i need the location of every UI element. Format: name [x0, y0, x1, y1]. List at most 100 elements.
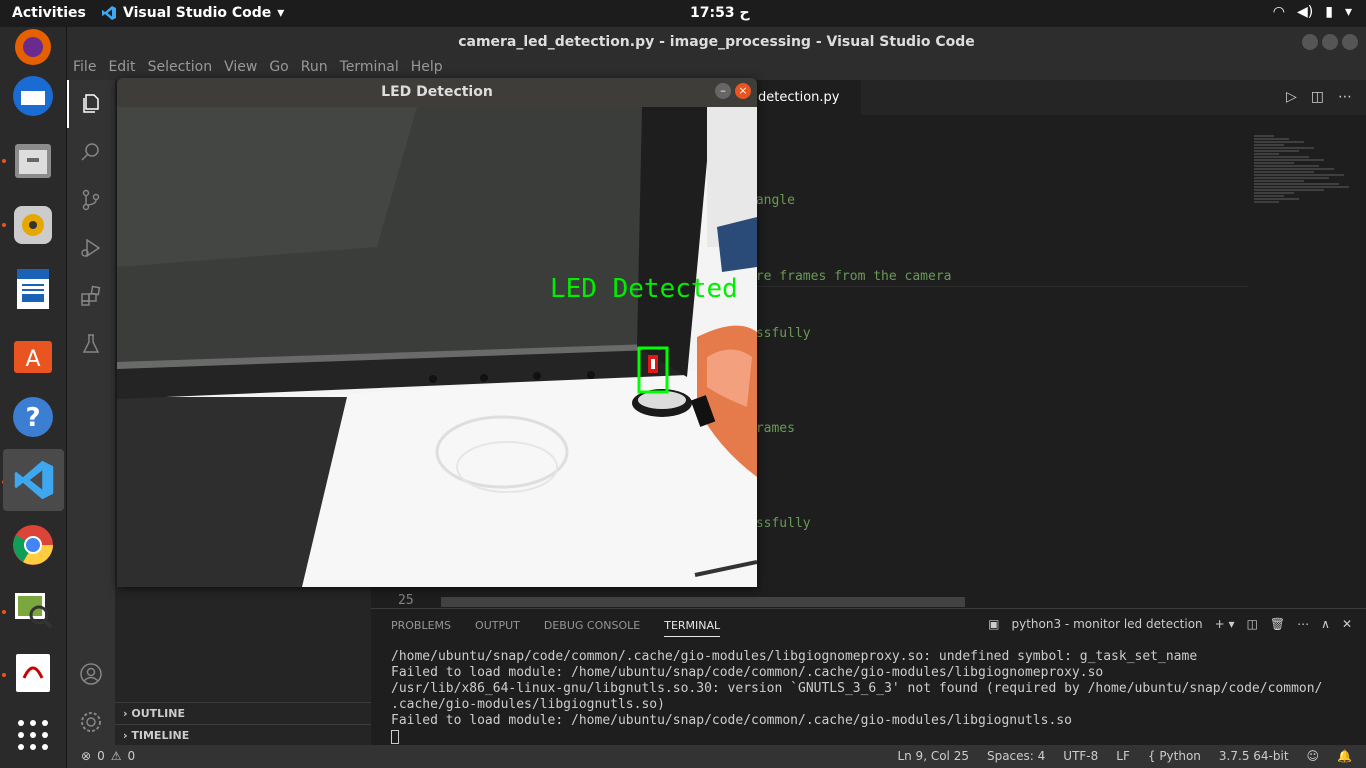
account-icon[interactable]: [79, 662, 103, 686]
terminal-selector[interactable]: python3 - monitor led detection: [1012, 617, 1203, 631]
interpreter[interactable]: 3.7.5 64-bit: [1219, 749, 1289, 763]
led-window-titlebar[interactable]: LED Detection: [117, 78, 757, 107]
thunderbird-icon[interactable]: [9, 72, 57, 120]
split-terminal-icon[interactable]: ◫: [1247, 617, 1258, 631]
chevron-right-icon: ›: [123, 729, 128, 742]
tab-terminal[interactable]: TERMINAL: [664, 619, 721, 637]
outline-section[interactable]: › OUTLINE: [115, 702, 371, 724]
outline-label: OUTLINE: [131, 707, 185, 720]
timeline-label: TIMELINE: [131, 729, 190, 742]
menu-terminal[interactable]: Terminal: [340, 57, 405, 80]
firefox-icon[interactable]: [9, 23, 57, 71]
split-editor-icon[interactable]: ◫: [1311, 89, 1324, 105]
terminal-icon: ▣: [988, 617, 1000, 631]
terminal-output[interactable]: /home/ubuntu/snap/code/common/.cache/gio…: [391, 649, 1322, 745]
show-applications-icon[interactable]: [9, 711, 57, 759]
svg-text:A: A: [25, 347, 40, 372]
menu-file[interactable]: File: [73, 57, 102, 80]
tab-problems[interactable]: PROBLEMS: [391, 619, 451, 637]
menu-run[interactable]: Run: [301, 57, 334, 80]
menu-go[interactable]: Go: [269, 57, 294, 80]
error-count: 0: [97, 749, 105, 763]
code-fragment: essfully: [748, 326, 811, 341]
activity-bar: [67, 80, 115, 745]
maximize-panel-icon[interactable]: ∧: [1321, 617, 1330, 631]
clock[interactable]: 17:53 ح: [690, 5, 750, 21]
menu-bar: File Edit Selection View Go Run Terminal…: [67, 57, 1366, 80]
terminal-line: Failed to load module: /home/ubuntu/snap…: [391, 713, 1072, 728]
bottom-panel: PROBLEMS OUTPUT DEBUG CONSOLE TERMINAL ▣…: [371, 608, 1366, 745]
files-icon[interactable]: [9, 137, 57, 185]
problems-status[interactable]: ⊗ 0 ⚠ 0: [81, 749, 135, 763]
maximize-button[interactable]: [1322, 34, 1338, 50]
document-viewer-icon[interactable]: [9, 649, 57, 697]
activities-button[interactable]: Activities: [12, 5, 86, 21]
close-button[interactable]: ×: [735, 83, 751, 99]
settings-gear-icon[interactable]: [79, 710, 103, 734]
braces-icon: {: [1147, 749, 1160, 763]
app-name: Visual Studio Code: [123, 5, 272, 21]
terminal-line: Failed to load module: /home/ubuntu/snap…: [391, 665, 1104, 680]
ubuntu-top-bar: Activities Visual Studio Code ▾ 17:53 ح …: [0, 0, 1366, 27]
svg-text:?: ?: [25, 403, 40, 433]
encoding[interactable]: UTF-8: [1063, 749, 1098, 763]
software-center-icon[interactable]: A: [9, 329, 57, 377]
terminal-line: .cache/gio-modules/libgiognutls.so): [391, 697, 665, 712]
close-panel-icon[interactable]: ✕: [1342, 617, 1352, 631]
run-debug-icon[interactable]: [79, 236, 103, 260]
cursor-position[interactable]: Ln 9, Col 25: [897, 749, 969, 763]
rhythmbox-icon[interactable]: [9, 201, 57, 249]
more-icon[interactable]: ⋯: [1338, 89, 1352, 105]
explorer-icon[interactable]: [79, 92, 103, 116]
extensions-icon[interactable]: [79, 284, 103, 308]
chrome-icon[interactable]: [9, 521, 57, 569]
new-terminal-icon[interactable]: + ▾: [1215, 617, 1235, 631]
feedback-icon[interactable]: ☺: [1307, 749, 1320, 763]
minimap[interactable]: [1254, 135, 1354, 275]
window-titlebar[interactable]: camera_led_detection.py - image_processi…: [67, 27, 1366, 57]
led-window-controls: – ×: [715, 83, 751, 99]
led-detection-window[interactable]: LED Detection – × LED Detected: [117, 78, 757, 587]
warning-count: 0: [127, 749, 136, 763]
menu-edit[interactable]: Edit: [108, 57, 141, 80]
led-detected-label: LED Detected: [550, 274, 738, 304]
minimize-button[interactable]: [1302, 34, 1318, 50]
app-menu[interactable]: Visual Studio Code ▾: [101, 5, 284, 21]
wifi-icon: ◠: [1272, 4, 1286, 20]
help-icon[interactable]: ?: [9, 393, 57, 441]
code-fragment: essfully: [748, 516, 811, 531]
search-icon[interactable]: [79, 140, 103, 164]
language-mode[interactable]: { Python: [1148, 749, 1201, 763]
menu-help[interactable]: Help: [411, 57, 449, 80]
language-label: Python: [1159, 749, 1201, 763]
writer-icon[interactable]: [9, 265, 57, 313]
vscode-icon: [102, 6, 116, 20]
tab-debug-console[interactable]: DEBUG CONSOLE: [544, 619, 640, 637]
run-icon[interactable]: ▷: [1286, 89, 1297, 105]
source-control-icon[interactable]: [79, 188, 103, 212]
more-icon[interactable]: ⋯: [1297, 617, 1309, 631]
minimize-button[interactable]: –: [715, 83, 731, 99]
status-bar: ⊗ 0 ⚠ 0 Ln 9, Col 25 Spaces: 4 UTF-8 LF { …: [67, 745, 1366, 768]
code-fragment: ure frames from the camera: [748, 269, 952, 284]
timeline-section[interactable]: › TIMELINE: [115, 724, 371, 746]
indentation[interactable]: Spaces: 4: [987, 749, 1045, 763]
trash-icon[interactable]: 🗑: [1270, 617, 1285, 631]
terminal-cursor: [391, 729, 399, 744]
system-tray[interactable]: ◠ ◀) ▮ ▾: [1273, 4, 1352, 20]
line-ending[interactable]: LF: [1116, 749, 1130, 763]
horizontal-scrollbar[interactable]: [441, 597, 965, 607]
image-viewer-icon[interactable]: [9, 585, 57, 633]
window-title: camera_led_detection.py - image_processi…: [458, 34, 975, 50]
window-controls: [1302, 34, 1358, 50]
testing-icon[interactable]: [79, 332, 103, 356]
menu-selection[interactable]: Selection: [148, 57, 219, 80]
menu-view[interactable]: View: [224, 57, 263, 80]
chevron-down-icon: ▾: [1344, 4, 1352, 20]
terminal-line: /home/ubuntu/snap/code/common/.cache/gio…: [391, 649, 1198, 664]
close-button[interactable]: [1342, 34, 1358, 50]
notifications-icon[interactable]: 🔔: [1337, 749, 1352, 763]
editor-actions: ▷ ◫ ⋯: [1286, 89, 1352, 105]
vscode-dock-icon[interactable]: [3, 449, 64, 511]
tab-output[interactable]: OUTPUT: [475, 619, 520, 637]
